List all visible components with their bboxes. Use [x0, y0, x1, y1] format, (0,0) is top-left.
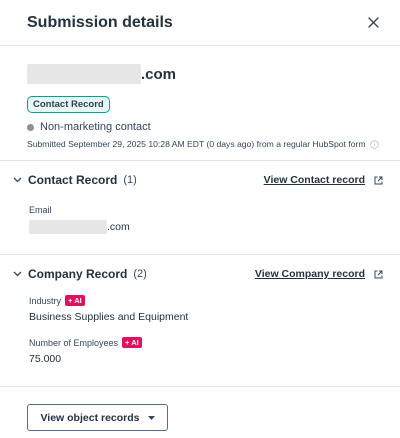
industry-value: Business Supplies and Equipment	[29, 311, 189, 323]
email-label: Email	[29, 205, 52, 215]
status-dot	[27, 123, 34, 131]
chevron-down-icon[interactable]	[10, 271, 24, 277]
employees-label: Number of Employees	[29, 337, 119, 348]
view-object-records-label: View object records	[40, 411, 140, 424]
chevron-down-icon[interactable]	[10, 177, 24, 183]
contact-record-badge: Contact Record	[27, 96, 110, 113]
external-link-icon[interactable]	[374, 175, 384, 185]
contact-section-header[interactable]: Contact Record (1) View Contact record	[10, 161, 384, 199]
external-link-icon[interactable]	[374, 269, 384, 279]
industry-label-row: Industry + AI	[29, 295, 384, 306]
view-object-records-dropdown[interactable]: View object records	[27, 404, 168, 431]
caret-down-icon	[147, 415, 155, 420]
contact-section-title: Contact Record	[28, 173, 118, 187]
employees-field: Number of Employees + AI 75.000	[10, 337, 384, 365]
contact-status: Non-marketing contact	[27, 121, 384, 133]
view-company-record-link[interactable]: View Company record	[255, 268, 365, 280]
email-value: .com	[29, 220, 384, 234]
employees-value: 75.000	[29, 353, 62, 365]
panel-footer: View object records	[0, 387, 400, 431]
info-icon[interactable]	[369, 139, 379, 149]
view-contact-record-link[interactable]: View Contact record	[264, 174, 365, 186]
company-section-header[interactable]: Company Record (2) View Company record	[10, 255, 384, 293]
company-section-count: (2)	[133, 268, 147, 280]
employees-label-row: Number of Employees + AI	[29, 337, 384, 348]
redacted-email-local-part	[29, 220, 107, 234]
contact-section-count: (1)	[123, 174, 137, 186]
panel-header: Submission details	[0, 0, 400, 46]
ai-badge[interactable]: + AI	[65, 295, 85, 306]
close-icon	[367, 17, 379, 28]
email-value-domain: .com	[107, 221, 130, 233]
email-domain: .com	[141, 65, 177, 83]
submitted-info: Submitted September 29, 2025 10:28 AM ED…	[27, 139, 384, 149]
company-section-title: Company Record	[28, 267, 128, 281]
email-field: Email .com	[10, 205, 384, 234]
submitter-email: .com	[27, 64, 384, 84]
contact-record-section: Contact Record (1) View Contact record E…	[0, 161, 400, 255]
submitted-text: Submitted September 29, 2025 10:28 AM ED…	[27, 139, 366, 149]
ai-badge[interactable]: + AI	[122, 337, 142, 348]
industry-label: Industry	[29, 295, 62, 306]
close-button[interactable]	[362, 12, 384, 34]
company-record-section: Company Record (2) View Company record I…	[0, 255, 400, 387]
redacted-email-local-part	[27, 64, 141, 84]
submission-summary: .com Contact Record Non-marketing contac…	[0, 46, 400, 161]
contact-status-label: Non-marketing contact	[40, 121, 151, 133]
panel-title: Submission details	[27, 13, 173, 31]
industry-field: Industry + AI Business Supplies and Equi…	[10, 295, 384, 323]
